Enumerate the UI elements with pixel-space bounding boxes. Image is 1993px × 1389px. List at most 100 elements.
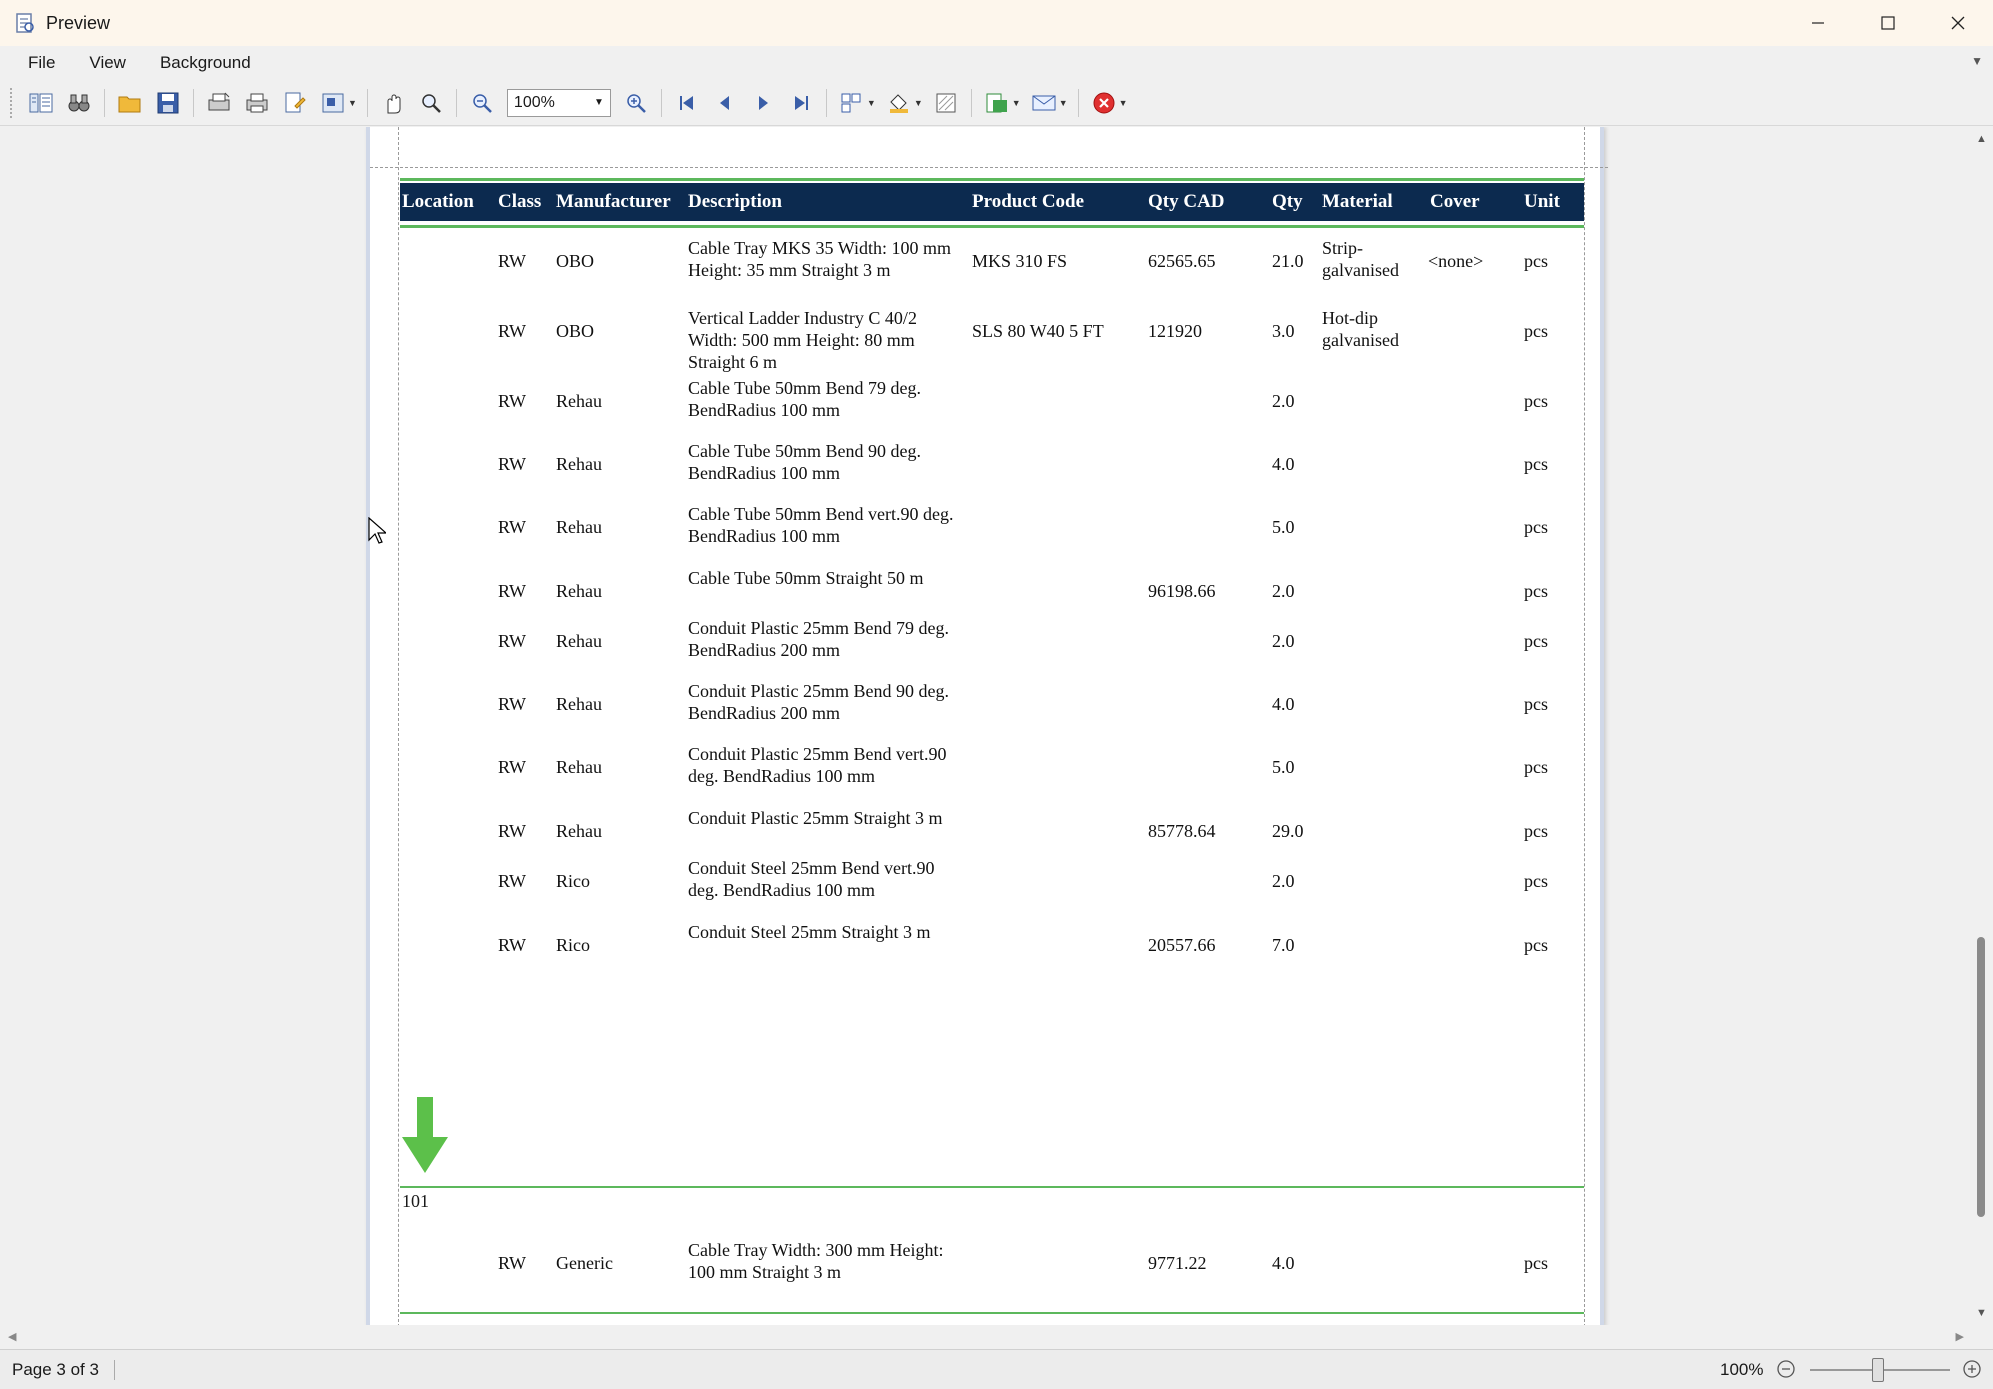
cell-unit: pcs bbox=[1524, 821, 1548, 841]
cell-class: RW bbox=[498, 581, 527, 601]
scroll-up-icon[interactable]: ▲ bbox=[1976, 133, 1987, 145]
cell-unit: pcs bbox=[1524, 581, 1548, 601]
cell-qty-cad: 121920 bbox=[1148, 321, 1202, 341]
cell-qty-cad: 20557.66 bbox=[1148, 935, 1216, 955]
column-header-description: Description bbox=[688, 191, 782, 212]
scroll-right-icon[interactable]: ▶ bbox=[1956, 1330, 1964, 1343]
maximize-icon bbox=[1881, 16, 1895, 30]
document-map-icon bbox=[29, 93, 53, 112]
first-page-icon bbox=[679, 95, 693, 110]
print-dialog-icon bbox=[208, 92, 230, 110]
toolbar-options-icon[interactable]: ▼ bbox=[1119, 98, 1128, 108]
vertical-scrollbar[interactable]: ▲ ▼ bbox=[1970, 127, 1993, 1325]
multiple-pages-dropdown-icon[interactable]: ▼ bbox=[867, 98, 876, 108]
zoom-out-circle-icon[interactable] bbox=[1776, 1359, 1796, 1379]
save-button[interactable] bbox=[153, 88, 183, 118]
cell-qty: 4.0 bbox=[1272, 1253, 1295, 1273]
paint-bucket-icon bbox=[889, 93, 908, 113]
toolbar: ▼ 100% ▼ ▼ ▼ ▼ ▼ ▼ bbox=[0, 80, 1993, 126]
export-button[interactable] bbox=[982, 88, 1012, 118]
cell-class: RW bbox=[498, 757, 527, 777]
zoom-combobox[interactable]: 100% ▼ bbox=[506, 88, 611, 117]
close-preview-button[interactable] bbox=[1089, 88, 1119, 118]
scale-dropdown-icon[interactable]: ▼ bbox=[348, 98, 357, 108]
close-button[interactable] bbox=[1923, 0, 1993, 46]
export-icon bbox=[986, 93, 1007, 112]
menu-bar: File View Background ▼ bbox=[0, 46, 1993, 80]
cell-manufacturer: OBO bbox=[556, 251, 595, 271]
scroll-left-icon[interactable]: ◀ bbox=[8, 1330, 16, 1343]
background-color-button[interactable] bbox=[884, 88, 914, 118]
cell-description: Cable Tube 50mm Bend vert.90 deg. BendRa… bbox=[688, 504, 954, 546]
page-margin-top bbox=[370, 167, 1608, 168]
table-header: Location Class Manufacturer Description … bbox=[400, 183, 1584, 221]
menu-background[interactable]: Background bbox=[154, 49, 257, 77]
zoom-slider-thumb[interactable] bbox=[1872, 1358, 1884, 1382]
page-margin-right bbox=[1584, 127, 1585, 1325]
mouse-cursor-icon bbox=[368, 517, 386, 544]
background-color-dropdown-icon[interactable]: ▼ bbox=[914, 98, 923, 108]
cell-class: RW bbox=[498, 454, 527, 474]
menu-file[interactable]: File bbox=[22, 49, 61, 77]
cell-class: RW bbox=[498, 871, 527, 891]
cell-qty-cad: 85778.64 bbox=[1148, 821, 1216, 841]
cell-unit: pcs bbox=[1524, 1253, 1548, 1273]
zoom-in-circle-icon[interactable] bbox=[1962, 1359, 1982, 1379]
document-map-button[interactable] bbox=[26, 88, 56, 118]
table-row: RW Generic Cable Tray Width: 300 mm Height… bbox=[400, 1239, 1584, 1299]
cell-manufacturer: Rico bbox=[556, 871, 590, 891]
binoculars-icon bbox=[68, 94, 90, 111]
arrow-down-icon bbox=[402, 1097, 448, 1173]
menu-overflow-icon[interactable]: ▼ bbox=[1971, 54, 1983, 68]
document-viewport[interactable]: Location Class Manufacturer Description … bbox=[0, 127, 1970, 1325]
last-page-button[interactable] bbox=[786, 88, 816, 118]
send-email-button[interactable] bbox=[1029, 88, 1059, 118]
preview-app-icon bbox=[16, 13, 34, 33]
group-label: 101 bbox=[402, 1191, 429, 1211]
cell-description: Conduit Plastic 25mm Bend 79 deg. BendRa… bbox=[688, 618, 949, 660]
open-button[interactable] bbox=[115, 88, 145, 118]
cell-qty: 5.0 bbox=[1272, 757, 1295, 777]
page-setup-button[interactable] bbox=[280, 88, 310, 118]
cell-class: RW bbox=[498, 321, 527, 341]
send-email-dropdown-icon[interactable]: ▼ bbox=[1059, 98, 1068, 108]
zoom-out-button[interactable] bbox=[467, 88, 497, 118]
cell-class: RW bbox=[498, 1253, 527, 1273]
cell-unit: pcs bbox=[1524, 871, 1548, 891]
cell-qty: 4.0 bbox=[1272, 694, 1295, 714]
cell-description: Conduit Plastic 25mm Bend 90 deg. BendRa… bbox=[688, 681, 949, 723]
horizontal-scrollbar[interactable]: ◀ ▶ bbox=[0, 1325, 1970, 1349]
zoom-in-button[interactable] bbox=[621, 88, 651, 118]
watermark-button[interactable] bbox=[931, 88, 961, 118]
hand-tool-button[interactable] bbox=[378, 88, 408, 118]
cell-class: RW bbox=[498, 694, 527, 714]
toolbar-separator bbox=[193, 88, 194, 117]
vertical-scroll-thumb[interactable] bbox=[1977, 937, 1985, 1217]
cell-manufacturer: Rehau bbox=[556, 391, 602, 411]
column-header-cover: Cover bbox=[1430, 191, 1480, 212]
scale-button[interactable] bbox=[318, 88, 348, 118]
first-page-button[interactable] bbox=[672, 88, 702, 118]
export-dropdown-icon[interactable]: ▼ bbox=[1012, 98, 1021, 108]
quick-print-button[interactable] bbox=[242, 88, 272, 118]
minimize-button[interactable] bbox=[1783, 0, 1853, 46]
next-page-button[interactable] bbox=[748, 88, 778, 118]
header-rule-bottom bbox=[400, 225, 1584, 228]
menu-view[interactable]: View bbox=[83, 49, 132, 77]
scroll-down-icon[interactable]: ▼ bbox=[1976, 1307, 1987, 1319]
maximize-button[interactable] bbox=[1853, 0, 1923, 46]
cell-description: Conduit Steel 25mm Straight 3 m bbox=[688, 922, 931, 942]
cell-qty: 2.0 bbox=[1272, 631, 1295, 651]
magnifier-button[interactable] bbox=[416, 88, 446, 118]
toolbar-separator bbox=[1077, 88, 1079, 117]
previous-page-button[interactable] bbox=[710, 88, 740, 118]
find-button[interactable] bbox=[64, 88, 94, 118]
scale-icon bbox=[322, 93, 344, 112]
multiple-pages-button[interactable] bbox=[837, 88, 867, 118]
minimize-icon bbox=[1812, 22, 1824, 24]
toolbar-grip[interactable] bbox=[10, 87, 14, 118]
printer-icon bbox=[246, 93, 268, 112]
cell-unit: pcs bbox=[1524, 321, 1548, 341]
print-dialog-button[interactable] bbox=[204, 88, 234, 118]
table-row: RW Rehau Conduit Plastic 25mm Bend 90 deg.… bbox=[400, 680, 1584, 740]
